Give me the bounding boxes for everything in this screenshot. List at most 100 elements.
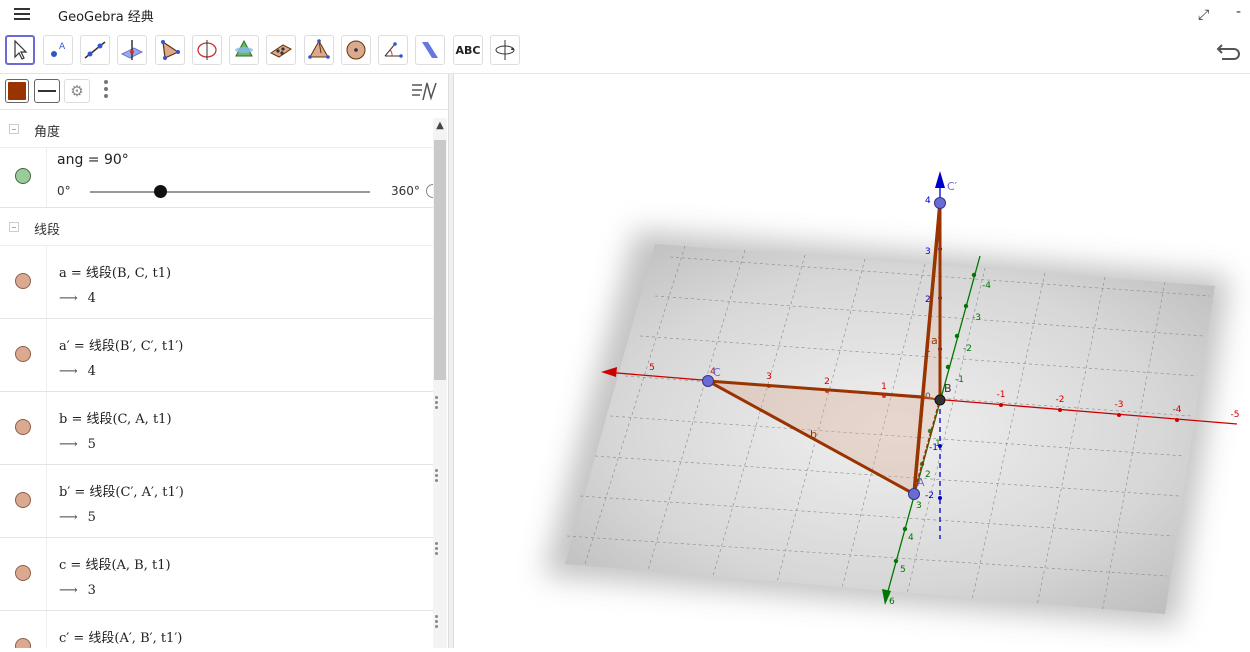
arrow-cursor-icon [14, 39, 28, 60]
point-icon: A [51, 42, 66, 57]
label-a-prime: a′ [931, 334, 941, 347]
item-definition: a′ = 线段(B′, C′, t1′) [59, 339, 184, 354]
intersect-tool[interactable] [229, 35, 259, 65]
slider-knob[interactable] [153, 185, 167, 198]
item-definition: c′ = 线段(A′, B′, t1′) [59, 631, 183, 646]
slider-max: 360° [391, 184, 420, 198]
point-c[interactable] [702, 375, 714, 387]
line-tool[interactable] [80, 35, 110, 65]
gear-icon[interactable]: ⚙ [64, 79, 90, 103]
list-item[interactable]: b = 线段(C, A, t1) ⟶ 5 [0, 392, 433, 465]
visibility-marker[interactable] [15, 492, 31, 508]
undo-icon[interactable] [1216, 39, 1244, 63]
slider-item-ang[interactable]: ang = 90° 0° 360° [0, 148, 433, 208]
item-definition: b′ = 线段(C′, A′, t1′) [59, 485, 184, 500]
y-tick-label: -2 [963, 344, 972, 354]
y-tick-label: -1 [955, 375, 964, 385]
arrow-icon: ⟶ [59, 437, 78, 452]
arrow-icon: ⟶ [59, 583, 78, 598]
plane-points-icon [270, 44, 292, 58]
z-tick-label: 3 [925, 247, 931, 257]
label-c: C [713, 366, 721, 379]
z-axis-arrow [935, 171, 945, 188]
group-header-segment[interactable]: 线段 [0, 208, 433, 246]
algebra-style-bar: ⚙ [0, 74, 448, 110]
item-value: 3 [87, 583, 96, 598]
x-tick-label: -3 [1115, 400, 1124, 410]
algebra-scrollbar[interactable]: ▲ [433, 118, 447, 648]
pyramid-tool[interactable] [304, 35, 334, 65]
item-menu-icon[interactable] [435, 396, 438, 411]
visibility-marker[interactable] [15, 638, 31, 648]
fullscreen-icon[interactable]: ⤢ [1198, 7, 1209, 23]
list-item[interactable]: a = 线段(B, C, t1) ⟶ 4 [0, 246, 433, 319]
algebra-view: 角度 ang = 90° 0° 360° 线段 a = 线段(B, C, t1)… [0, 110, 433, 648]
list-item[interactable]: c′ = 线段(A′, B′, t1′) [0, 611, 433, 648]
app-title: GeoGebra 经典 [58, 10, 154, 25]
group-name: 角度 [34, 125, 61, 140]
move-tool[interactable] [5, 35, 35, 65]
title-bar: GeoGebra 经典 ⤢ - [0, 0, 1250, 30]
text-tool[interactable]: ABC [453, 35, 483, 65]
cone-plane-icon [235, 39, 253, 57]
perpendicular-tool[interactable] [117, 35, 147, 65]
item-menu-icon[interactable] [435, 469, 438, 484]
point-tool[interactable]: A [43, 35, 73, 65]
panel-divider[interactable] [448, 74, 454, 648]
sort-icon[interactable] [410, 80, 440, 102]
point-b[interactable] [934, 394, 946, 406]
graphics-3d-view[interactable]: 5 4 3 2 1 -1 -2 -3 -4 -5 -4 -3 -2 -1 1 2… [455, 74, 1250, 648]
polygon-tool[interactable] [155, 35, 185, 65]
y-tick-label: 3 [916, 501, 922, 511]
point-a[interactable] [908, 488, 920, 500]
color-button[interactable] [5, 79, 29, 103]
point-c-prime[interactable] [934, 197, 946, 209]
label-b-point: B [944, 382, 952, 395]
angle-tool[interactable] [378, 35, 408, 65]
toolbar: A ABC [0, 30, 1250, 74]
item-value: 4 [87, 364, 96, 379]
y-tick-label: 5 [900, 565, 906, 575]
text-tool-label: ABC [455, 43, 481, 57]
scroll-thumb[interactable] [434, 140, 446, 380]
x-tick-label: -5 [1231, 410, 1240, 420]
arrow-icon: ⟶ [59, 291, 78, 306]
minimize-icon[interactable]: - [1236, 4, 1241, 20]
item-menu-icon[interactable] [435, 542, 438, 557]
item-menu-icon[interactable] [435, 615, 438, 630]
reflect-plane-tool[interactable] [415, 35, 445, 65]
item-definition: c = 线段(A, B, t1) [59, 558, 171, 573]
collapse-icon[interactable] [9, 124, 19, 134]
visibility-marker[interactable] [15, 273, 31, 289]
circle-axis-tool[interactable] [192, 35, 222, 65]
sphere-tool[interactable] [341, 35, 371, 65]
triangle-icon [161, 40, 180, 60]
item-value: 5 [87, 510, 96, 525]
collapse-icon[interactable] [9, 222, 19, 232]
plane-tool[interactable] [266, 35, 296, 65]
visibility-marker[interactable] [15, 346, 31, 362]
arrow-icon: ⟶ [59, 510, 78, 525]
y-tick-label: -4 [982, 281, 991, 291]
visibility-marker[interactable] [15, 565, 31, 581]
visibility-marker[interactable] [15, 168, 31, 184]
item-value: 5 [87, 437, 96, 452]
rotate-view-tool[interactable] [490, 35, 520, 65]
list-item[interactable]: a′ = 线段(B′, C′, t1′) ⟶ 4 [0, 319, 433, 392]
y-tick-label: -3 [972, 313, 981, 323]
x-tick-label: 2 [824, 377, 830, 387]
slider-track[interactable] [90, 191, 370, 193]
visibility-marker[interactable] [15, 419, 31, 435]
graphics-3d-canvas[interactable]: 5 4 3 2 1 -1 -2 -3 -4 -5 -4 -3 -2 -1 1 2… [455, 74, 1250, 648]
item-value: 4 [87, 291, 96, 306]
play-icon[interactable] [426, 184, 433, 198]
list-item[interactable]: b′ = 线段(C′, A′, t1′) ⟶ 5 [0, 465, 433, 538]
menu-icon[interactable] [14, 8, 30, 22]
group-header-angle[interactable]: 角度 [0, 110, 433, 148]
scroll-up-icon[interactable]: ▲ [433, 120, 447, 134]
more-options-icon[interactable] [104, 80, 110, 101]
y-tick-label: 2 [925, 470, 931, 480]
line-style-button[interactable] [34, 79, 60, 103]
list-item[interactable]: c = 线段(A, B, t1) ⟶ 3 [0, 538, 433, 611]
z-tick-label: 4 [925, 196, 931, 206]
